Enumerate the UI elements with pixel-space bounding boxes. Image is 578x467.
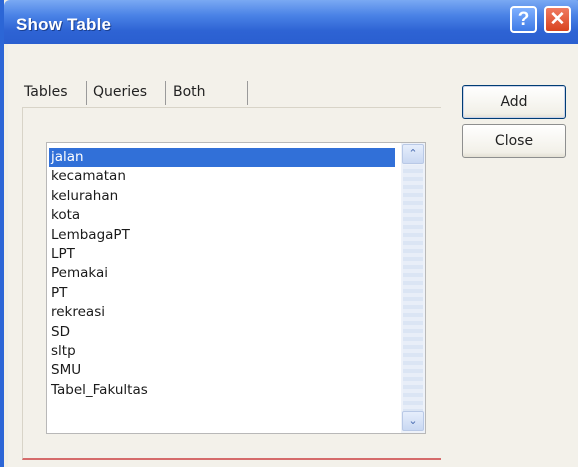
chevron-down-icon: ⌄ bbox=[408, 414, 418, 427]
list-item[interactable]: SMU bbox=[51, 361, 81, 380]
help-icon: ? bbox=[517, 9, 530, 30]
dialog-body: Tables Queries Both jalan kecamatan kelura… bbox=[8, 44, 578, 467]
list-item[interactable]: PT bbox=[51, 284, 67, 303]
list-item[interactable]: kota bbox=[51, 206, 80, 225]
chevron-up-icon: ⌃ bbox=[408, 147, 418, 160]
show-table-dialog: Show Table ? ✕ Tables Queries Both jalan… bbox=[0, 0, 578, 467]
list-item[interactable]: rekreasi bbox=[51, 303, 105, 322]
tab-divider bbox=[247, 81, 248, 105]
window-close-button[interactable]: ✕ bbox=[544, 6, 571, 33]
scroll-track[interactable] bbox=[403, 165, 423, 413]
list-item[interactable]: Pemakai bbox=[51, 264, 108, 283]
list-item[interactable]: SD bbox=[51, 323, 70, 342]
close-icon: ✕ bbox=[549, 9, 566, 30]
title-bar[interactable]: Show Table ? ✕ bbox=[4, 0, 578, 44]
tab-divider bbox=[165, 81, 166, 105]
tab-tables[interactable]: Tables bbox=[24, 77, 68, 107]
dialog-title: Show Table bbox=[16, 15, 112, 34]
tab-divider bbox=[86, 81, 87, 105]
close-button[interactable]: Close bbox=[462, 124, 566, 158]
list-item[interactable]: LembagaPT bbox=[51, 226, 130, 245]
table-list[interactable]: jalan kecamatan kelurahan kota LembagaPT LPT P… bbox=[46, 142, 426, 434]
list-item[interactable]: Tabel_Fakultas bbox=[51, 381, 148, 400]
list-item[interactable]: LPT bbox=[51, 245, 75, 264]
scroll-up-button[interactable]: ⌃ bbox=[402, 144, 424, 164]
list-item[interactable]: kecamatan bbox=[51, 167, 126, 186]
tab-both[interactable]: Both bbox=[173, 77, 206, 107]
help-button[interactable]: ? bbox=[510, 6, 537, 33]
scroll-down-button[interactable]: ⌄ bbox=[402, 411, 424, 431]
tab-queries[interactable]: Queries bbox=[93, 77, 147, 107]
list-item[interactable]: jalan bbox=[49, 148, 395, 167]
add-button[interactable]: Add bbox=[462, 85, 566, 119]
list-item[interactable]: kelurahan bbox=[51, 187, 118, 206]
list-scrollbar[interactable]: ⌃ ⌄ bbox=[401, 143, 425, 433]
list-item[interactable]: sltp bbox=[51, 342, 76, 361]
